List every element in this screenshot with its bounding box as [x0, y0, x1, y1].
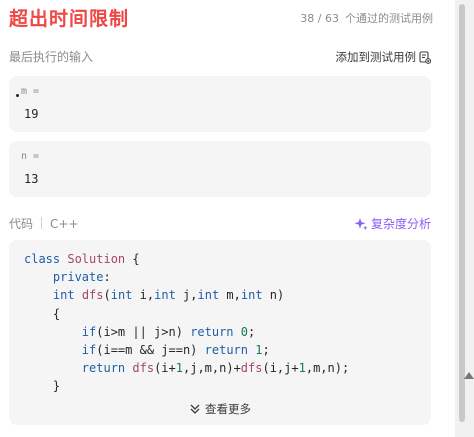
chevron-double-down-icon — [190, 404, 200, 414]
passed-testcases: 38 / 63 个通过的测试用例 — [300, 12, 433, 26]
code-token: (i==m && j==n) — [96, 343, 198, 358]
code-token: m, — [226, 288, 241, 303]
code-token: 1 — [175, 361, 183, 376]
code-token: int — [240, 288, 263, 303]
scroll-up-arrow[interactable] — [464, 372, 474, 379]
passed-count: 38 / 63 — [300, 12, 339, 25]
code-token: ,m,n); — [305, 361, 350, 376]
code-token: ; — [248, 324, 256, 339]
code-line: int dfs(int i,int j,int m,int n) — [24, 286, 349, 304]
code-line: { — [24, 305, 349, 323]
copy-add-icon — [419, 50, 431, 64]
code-token: (i,j+ — [262, 361, 299, 376]
code-line: class Solution { — [24, 250, 349, 268]
last-input-label: 最后执行的输入 — [9, 50, 94, 64]
code-language: C++ — [50, 217, 79, 231]
param-name: n = — [21, 151, 40, 162]
code-line: private: — [24, 268, 349, 286]
code-token: int — [110, 288, 133, 303]
code-token: dfs — [240, 361, 263, 376]
code-token: if — [81, 343, 97, 358]
code-block: class Solution { private: int dfs(int i,… — [24, 250, 349, 396]
code-token: dfs — [132, 361, 155, 376]
result-header: 超出时间限制 38 / 63 个通过的测试用例 — [9, 6, 433, 34]
cursor-dot — [16, 94, 19, 97]
code-panel: class Solution { private: int dfs(int i,… — [9, 240, 431, 425]
code-token: { — [52, 306, 61, 321]
last-input-header: 最后执行的输入 添加到测试用例 — [9, 48, 433, 66]
passed-label: 个通过的测试用例 — [345, 12, 433, 25]
code-token: { — [132, 252, 140, 266]
code-token: return — [81, 361, 126, 376]
code-token: (i>m || j>n) — [96, 324, 183, 339]
code-token: private — [52, 270, 104, 285]
add-to-testcase-button[interactable]: 添加到测试用例 — [335, 48, 431, 66]
divider — [41, 217, 43, 229]
param-value: 19 — [24, 107, 39, 121]
code-token: ; — [262, 343, 270, 358]
code-token: 1 — [298, 361, 306, 376]
see-more-button[interactable]: 查看更多 — [9, 401, 431, 417]
code-line: } — [24, 377, 349, 395]
complexity-analysis-label: 复杂度分析 — [370, 217, 431, 231]
param-value: 13 — [24, 172, 39, 186]
code-token: Solution — [67, 252, 126, 266]
result-title: 超出时间限制 — [9, 8, 130, 30]
input-param-n: n = 13 — [9, 141, 431, 197]
code-token: 0 — [240, 324, 249, 339]
code-token: int — [52, 288, 75, 303]
code-token: int — [197, 288, 220, 303]
sparkle-icon — [354, 218, 368, 231]
code-token: } — [52, 379, 61, 394]
code-token: return — [204, 343, 248, 358]
code-token: (i+ — [154, 361, 176, 376]
see-more-label: 查看更多 — [205, 402, 251, 416]
scrollbar-thumb[interactable] — [459, 4, 465, 422]
code-token: : — [103, 270, 111, 285]
code-line: return dfs(i+1,j,m,n)+dfs(i,j+1,m,n); — [24, 359, 349, 377]
code-token: n) — [269, 288, 285, 303]
code-token: j, — [183, 288, 198, 303]
add-to-testcase-label: 添加到测试用例 — [335, 50, 417, 64]
code-token: dfs — [81, 288, 104, 303]
code-token: int — [154, 288, 176, 303]
complexity-analysis-button[interactable]: 复杂度分析 — [354, 214, 431, 234]
code-token: if — [81, 324, 97, 339]
code-line: if(i>m || j>n) return 0; — [24, 323, 349, 341]
code-line: if(i==m && j==n) return 1; — [24, 341, 349, 359]
code-token: return — [190, 324, 234, 339]
param-name: m = — [21, 86, 40, 97]
code-token: i, — [139, 288, 155, 303]
code-label: 代码 — [9, 217, 34, 231]
code-header: 代码 C++ 复杂度分析 — [9, 214, 433, 234]
code-token: ( — [103, 288, 111, 303]
input-param-m: m = 19 — [9, 76, 431, 132]
code-token: ,j,m,n)+ — [183, 361, 241, 376]
code-token: class — [24, 252, 61, 266]
